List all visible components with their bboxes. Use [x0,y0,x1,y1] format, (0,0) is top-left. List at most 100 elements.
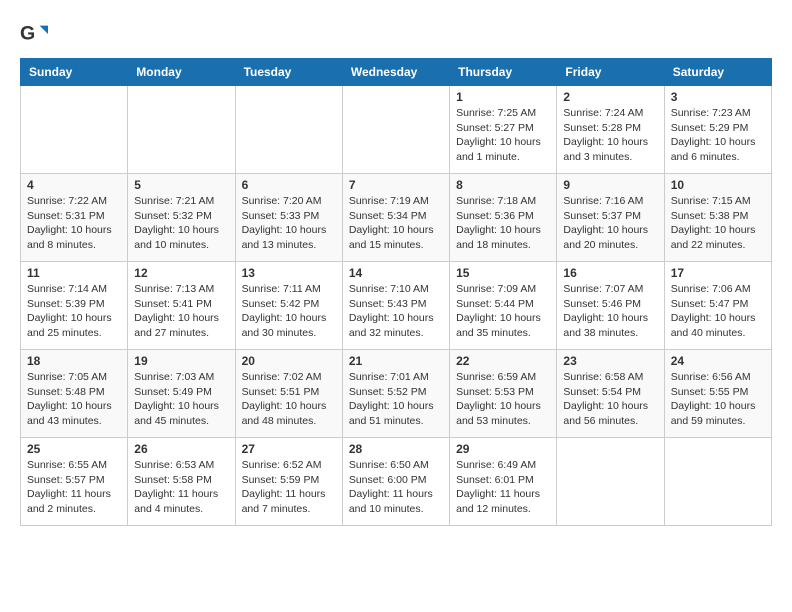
calendar-cell [557,438,664,526]
logo: G [20,20,52,48]
calendar-cell: 5 Sunrise: 7:21 AM Sunset: 5:32 PM Daylig… [128,174,235,262]
day-number: 6 [242,178,336,192]
day-info: Sunrise: 7:25 AM Sunset: 5:27 PM Dayligh… [456,106,550,165]
day-number: 12 [134,266,228,280]
calendar-cell [235,86,342,174]
day-info: Sunrise: 7:09 AM Sunset: 5:44 PM Dayligh… [456,282,550,341]
day-info: Sunrise: 6:55 AM Sunset: 5:57 PM Dayligh… [27,458,121,517]
day-info: Sunrise: 7:23 AM Sunset: 5:29 PM Dayligh… [671,106,765,165]
calendar-cell: 2 Sunrise: 7:24 AM Sunset: 5:28 PM Daylig… [557,86,664,174]
day-info: Sunrise: 7:18 AM Sunset: 5:36 PM Dayligh… [456,194,550,253]
day-info: Sunrise: 7:21 AM Sunset: 5:32 PM Dayligh… [134,194,228,253]
calendar-cell: 28 Sunrise: 6:50 AM Sunset: 6:00 PM Dayli… [342,438,449,526]
calendar-cell: 18Sunrise: 7:05 AM Sunset: 5:48 PM Dayli… [21,350,128,438]
day-number: 29 [456,442,550,456]
day-number: 7 [349,178,443,192]
calendar-cell: 29 Sunrise: 6:49 AM Sunset: 6:01 PM Dayli… [450,438,557,526]
day-info: Sunrise: 6:52 AM Sunset: 5:59 PM Dayligh… [242,458,336,517]
day-info: Sunrise: 7:14 AM Sunset: 5:39 PM Dayligh… [27,282,121,341]
calendar-week-row: 18Sunrise: 7:05 AM Sunset: 5:48 PM Dayli… [21,350,772,438]
day-info: Sunrise: 7:24 AM Sunset: 5:28 PM Dayligh… [563,106,657,165]
day-info: Sunrise: 6:49 AM Sunset: 6:01 PM Dayligh… [456,458,550,517]
calendar-cell: 20Sunrise: 7:02 AM Sunset: 5:51 PM Dayli… [235,350,342,438]
day-number: 26 [134,442,228,456]
day-info: Sunrise: 7:11 AM Sunset: 5:42 PM Dayligh… [242,282,336,341]
calendar-cell: 16Sunrise: 7:07 AM Sunset: 5:46 PM Dayli… [557,262,664,350]
day-header-sunday: Sunday [21,59,128,86]
day-number: 20 [242,354,336,368]
day-number: 2 [563,90,657,104]
calendar-cell [664,438,771,526]
calendar-table: SundayMondayTuesdayWednesdayThursdayFrid… [20,58,772,526]
day-info: Sunrise: 6:59 AM Sunset: 5:53 PM Dayligh… [456,370,550,429]
day-number: 21 [349,354,443,368]
day-info: Sunrise: 6:56 AM Sunset: 5:55 PM Dayligh… [671,370,765,429]
day-number: 17 [671,266,765,280]
day-number: 5 [134,178,228,192]
day-number: 28 [349,442,443,456]
day-info: Sunrise: 7:03 AM Sunset: 5:49 PM Dayligh… [134,370,228,429]
calendar-cell [342,86,449,174]
day-info: Sunrise: 6:58 AM Sunset: 5:54 PM Dayligh… [563,370,657,429]
day-number: 14 [349,266,443,280]
svg-text:G: G [20,23,35,45]
calendar-cell [128,86,235,174]
calendar-cell: 22 Sunrise: 6:59 AM Sunset: 5:53 PM Dayli… [450,350,557,438]
calendar-cell: 3 Sunrise: 7:23 AM Sunset: 5:29 PM Daylig… [664,86,771,174]
day-header-tuesday: Tuesday [235,59,342,86]
calendar-cell: 1 Sunrise: 7:25 AM Sunset: 5:27 PM Daylig… [450,86,557,174]
day-info: Sunrise: 7:22 AM Sunset: 5:31 PM Dayligh… [27,194,121,253]
day-number: 13 [242,266,336,280]
calendar-cell [21,86,128,174]
calendar-week-row: 1 Sunrise: 7:25 AM Sunset: 5:27 PM Daylig… [21,86,772,174]
day-number: 10 [671,178,765,192]
day-header-friday: Friday [557,59,664,86]
day-number: 24 [671,354,765,368]
day-number: 1 [456,90,550,104]
calendar-cell: 21 Sunrise: 7:01 AM Sunset: 5:52 PM Dayli… [342,350,449,438]
calendar-cell: 4 Sunrise: 7:22 AM Sunset: 5:31 PM Daylig… [21,174,128,262]
day-number: 19 [134,354,228,368]
day-number: 15 [456,266,550,280]
day-number: 23 [563,354,657,368]
calendar-cell: 24 Sunrise: 6:56 AM Sunset: 5:55 PM Dayli… [664,350,771,438]
day-number: 16 [563,266,657,280]
day-number: 4 [27,178,121,192]
calendar-cell: 14 Sunrise: 7:10 AM Sunset: 5:43 PM Dayli… [342,262,449,350]
calendar-cell: 26Sunrise: 6:53 AM Sunset: 5:58 PM Dayli… [128,438,235,526]
day-number: 3 [671,90,765,104]
day-info: Sunrise: 7:13 AM Sunset: 5:41 PM Dayligh… [134,282,228,341]
day-header-thursday: Thursday [450,59,557,86]
logo-icon: G [20,20,48,48]
day-info: Sunrise: 7:01 AM Sunset: 5:52 PM Dayligh… [349,370,443,429]
calendar-cell: 7 Sunrise: 7:19 AM Sunset: 5:34 PM Daylig… [342,174,449,262]
day-number: 22 [456,354,550,368]
day-header-saturday: Saturday [664,59,771,86]
calendar-cell: 10Sunrise: 7:15 AM Sunset: 5:38 PM Dayli… [664,174,771,262]
calendar-cell: 9Sunrise: 7:16 AM Sunset: 5:37 PM Daylig… [557,174,664,262]
day-header-monday: Monday [128,59,235,86]
calendar-cell: 19 Sunrise: 7:03 AM Sunset: 5:49 PM Dayli… [128,350,235,438]
day-info: Sunrise: 7:06 AM Sunset: 5:47 PM Dayligh… [671,282,765,341]
page-header: G [20,20,772,48]
calendar-cell: 23 Sunrise: 6:58 AM Sunset: 5:54 PM Dayli… [557,350,664,438]
day-number: 11 [27,266,121,280]
day-info: Sunrise: 7:19 AM Sunset: 5:34 PM Dayligh… [349,194,443,253]
day-header-wednesday: Wednesday [342,59,449,86]
calendar-header-row: SundayMondayTuesdayWednesdayThursdayFrid… [21,59,772,86]
calendar-cell: 13 Sunrise: 7:11 AM Sunset: 5:42 PM Dayli… [235,262,342,350]
day-info: Sunrise: 7:20 AM Sunset: 5:33 PM Dayligh… [242,194,336,253]
calendar-cell: 6 Sunrise: 7:20 AM Sunset: 5:33 PM Daylig… [235,174,342,262]
calendar-cell: 8Sunrise: 7:18 AM Sunset: 5:36 PM Daylig… [450,174,557,262]
calendar-cell: 11 Sunrise: 7:14 AM Sunset: 5:39 PM Dayli… [21,262,128,350]
day-info: Sunrise: 6:50 AM Sunset: 6:00 PM Dayligh… [349,458,443,517]
calendar-week-row: 4 Sunrise: 7:22 AM Sunset: 5:31 PM Daylig… [21,174,772,262]
calendar-week-row: 25 Sunrise: 6:55 AM Sunset: 5:57 PM Dayli… [21,438,772,526]
calendar-cell: 25 Sunrise: 6:55 AM Sunset: 5:57 PM Dayli… [21,438,128,526]
day-number: 9 [563,178,657,192]
day-number: 18 [27,354,121,368]
day-info: Sunrise: 7:10 AM Sunset: 5:43 PM Dayligh… [349,282,443,341]
calendar-cell: 12 Sunrise: 7:13 AM Sunset: 5:41 PM Dayli… [128,262,235,350]
day-number: 25 [27,442,121,456]
calendar-cell: 17 Sunrise: 7:06 AM Sunset: 5:47 PM Dayli… [664,262,771,350]
